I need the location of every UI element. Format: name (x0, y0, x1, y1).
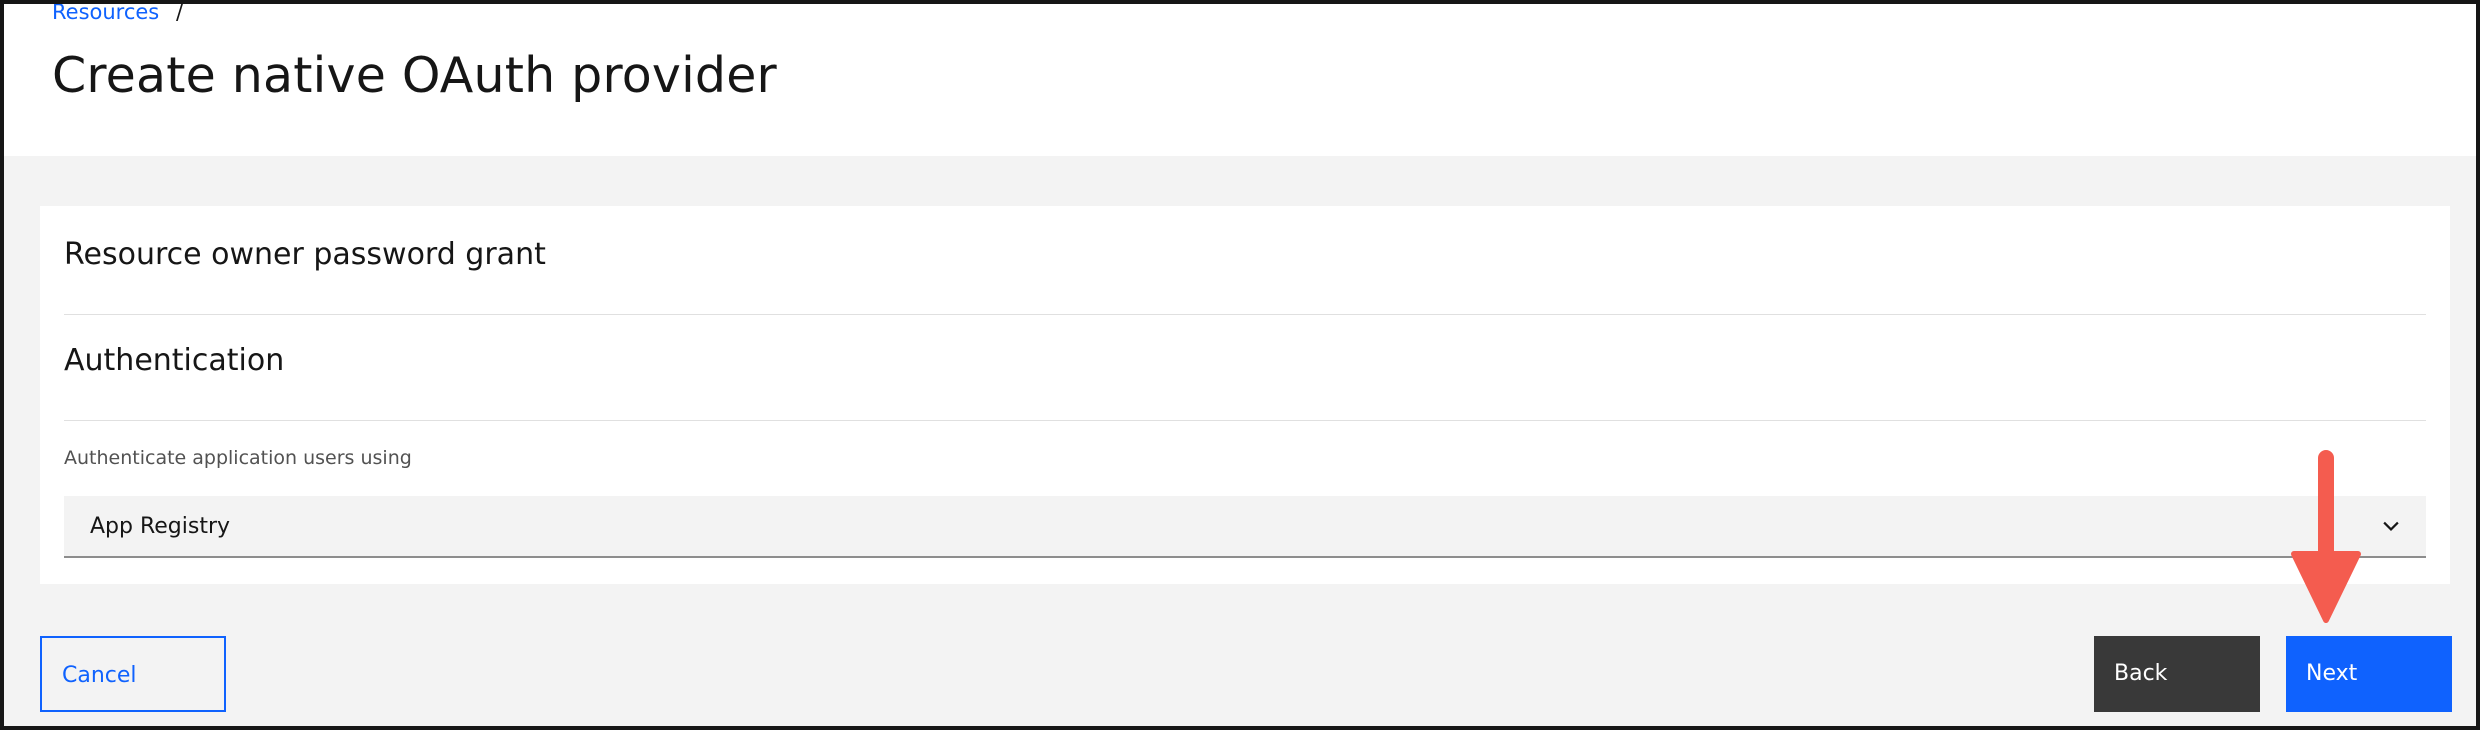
cancel-button-label: Cancel (62, 663, 137, 688)
breadcrumb-separator: / (175, 0, 184, 24)
app-window: Resources / Create native OAuth provider… (0, 0, 2480, 730)
cancel-button[interactable]: Cancel (40, 636, 226, 712)
next-button-label: Next (2306, 661, 2358, 686)
divider (64, 314, 2426, 315)
authentication-section-heading: Authentication (64, 343, 285, 378)
auth-method-select-value: App Registry (90, 514, 231, 539)
chevron-down-icon (2383, 521, 2399, 531)
auth-method-select[interactable]: App Registry (64, 496, 2426, 558)
page-title: Create native OAuth provider (52, 47, 777, 104)
breadcrumb-link-resources[interactable]: Resources (52, 4, 159, 24)
page-header: Resources / Create native OAuth provider (4, 4, 2476, 156)
grant-section-heading: Resource owner password grant (64, 237, 546, 272)
form-card: Resource owner password grant Authentica… (40, 206, 2450, 584)
auth-select-label: Authenticate application users using (64, 447, 412, 469)
divider (64, 420, 2426, 421)
back-button-label: Back (2114, 661, 2168, 686)
next-button[interactable]: Next (2286, 636, 2452, 712)
back-button[interactable]: Back (2094, 636, 2260, 712)
breadcrumb: Resources / (52, 0, 184, 26)
red-arrow-down-icon (2291, 450, 2361, 623)
